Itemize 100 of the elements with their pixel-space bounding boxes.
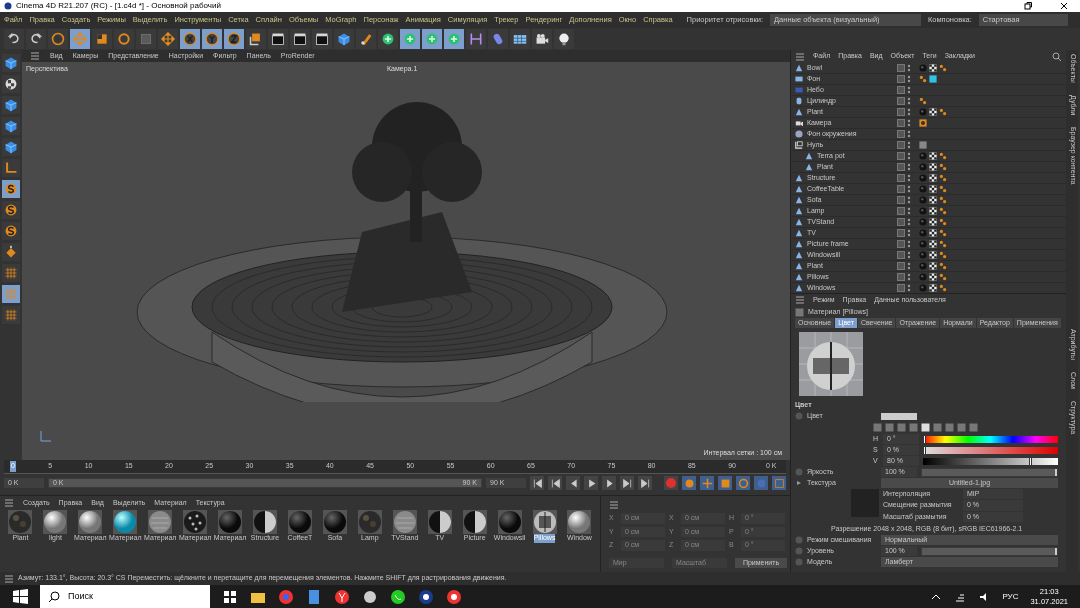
tag-icon[interactable] [939,185,947,193]
browser-icon[interactable] [278,588,294,605]
tag-icon[interactable] [939,218,947,226]
visibility-dots-icon[interactable] [907,262,911,270]
checker-tag-icon[interactable] [929,218,937,226]
slider-thumb[interactable] [1028,457,1032,465]
checker-tag-icon[interactable] [929,251,937,259]
capsule-button[interactable] [488,29,508,49]
visibility-dots-icon[interactable] [907,196,911,204]
animate-dot-icon[interactable] [795,536,803,544]
tag-icon[interactable] [919,97,927,105]
search-icon[interactable] [1052,51,1062,62]
tag-icon[interactable] [939,108,947,116]
search-field[interactable]: Поиск [40,585,210,608]
floor-button[interactable] [510,29,530,49]
app-icon[interactable] [362,588,378,605]
swatches-icon[interactable] [957,423,966,432]
tag-icon[interactable] [939,196,947,204]
grid-button[interactable] [2,264,20,282]
start-icon[interactable] [12,588,28,605]
visibility-dots-icon[interactable] [907,152,911,160]
animate-dot-icon[interactable] [795,547,803,555]
visibility-dots-icon[interactable] [907,185,911,193]
checker-tag-icon[interactable] [929,240,937,248]
recorder-icon[interactable] [446,588,462,605]
visibility-dots-icon[interactable] [907,86,911,94]
y-axis-button[interactable] [202,29,222,49]
checker-tag-icon[interactable] [929,64,937,72]
target-tag-icon[interactable] [919,119,927,127]
paint-bucket-button[interactable] [2,243,20,261]
texture-sphere-button[interactable] [2,75,20,93]
slider-thumb[interactable] [923,446,926,454]
rotate-button[interactable] [114,29,134,49]
coordinate-button[interactable] [246,29,266,49]
cube-button[interactable] [2,117,20,135]
color-slider[interactable] [923,446,1058,454]
checker-tag-icon[interactable] [929,196,937,204]
color-wheel-icon[interactable] [873,423,882,432]
close-icon[interactable] [1060,2,1068,10]
next-key-button[interactable] [620,476,634,490]
checker-tag-icon[interactable] [929,229,937,237]
level-slider[interactable] [921,467,1058,477]
camera-button[interactable] [532,29,552,49]
hsv-icon[interactable] [921,423,930,432]
magnet-s-button[interactable] [2,180,20,198]
checker-tag-icon[interactable] [929,284,937,292]
z-axis-button[interactable] [224,29,244,49]
visibility-dots-icon[interactable] [907,251,911,259]
redo-button[interactable] [26,29,46,49]
move-button[interactable] [158,29,178,49]
3d-app-icon[interactable] [418,588,434,605]
magnet-s-button[interactable] [2,201,20,219]
animate-dot-icon[interactable] [795,468,803,476]
generator-button[interactable] [378,29,398,49]
cube-button[interactable] [2,54,20,72]
visibility-dots-icon[interactable] [907,97,911,105]
tag-icon[interactable] [939,207,947,215]
next-frame-button[interactable] [602,476,616,490]
clapperboard-button[interactable] [290,29,310,49]
visibility-dots-icon[interactable] [907,108,911,116]
slider-thumb[interactable] [923,435,926,443]
visibility-dots-icon[interactable] [907,141,911,149]
visibility-dots-icon[interactable] [907,119,911,127]
cursor-button[interactable] [48,29,68,49]
light-bulb-button[interactable] [554,29,574,49]
tag-icon[interactable] [939,174,947,182]
checker-tag-icon[interactable] [929,262,937,270]
tag-icon[interactable] [939,284,947,292]
menu-icon[interactable] [30,51,40,61]
visibility-dots-icon[interactable] [907,174,911,182]
x-axis-button[interactable] [180,29,200,49]
visibility-dots-icon[interactable] [907,284,911,292]
menu-icon[interactable] [609,500,619,510]
scale-button[interactable] [92,29,112,49]
task-view-icon[interactable] [222,588,238,605]
restore-icon[interactable] [1024,2,1032,10]
visibility-dots-icon[interactable] [907,163,911,171]
checker-tag-icon[interactable] [929,185,937,193]
tag-icon[interactable] [939,240,947,248]
visibility-dots-icon[interactable] [907,207,911,215]
tag-icon[interactable] [939,152,947,160]
magnet-s-button[interactable] [2,222,20,240]
chat-icon[interactable] [390,588,406,605]
cube-button[interactable] [2,96,20,114]
cube-button[interactable] [334,29,354,49]
checker-tag-icon[interactable] [929,273,937,281]
material-tag-icon[interactable] [929,75,937,83]
color-swatch[interactable] [881,412,917,420]
previous-key-button[interactable] [548,476,562,490]
tag-icon[interactable] [939,251,947,259]
play-button[interactable] [584,476,598,490]
menu-icon[interactable] [795,51,805,62]
deformer-button[interactable] [466,29,486,49]
visibility-dots-icon[interactable] [907,273,911,281]
cube-button[interactable] [2,138,20,156]
axis-button[interactable] [2,159,20,177]
clapperboard-button[interactable] [312,29,332,49]
tag-icon[interactable] [939,262,947,270]
checker-tag-icon[interactable] [929,108,937,116]
tag-icon[interactable] [939,64,947,72]
